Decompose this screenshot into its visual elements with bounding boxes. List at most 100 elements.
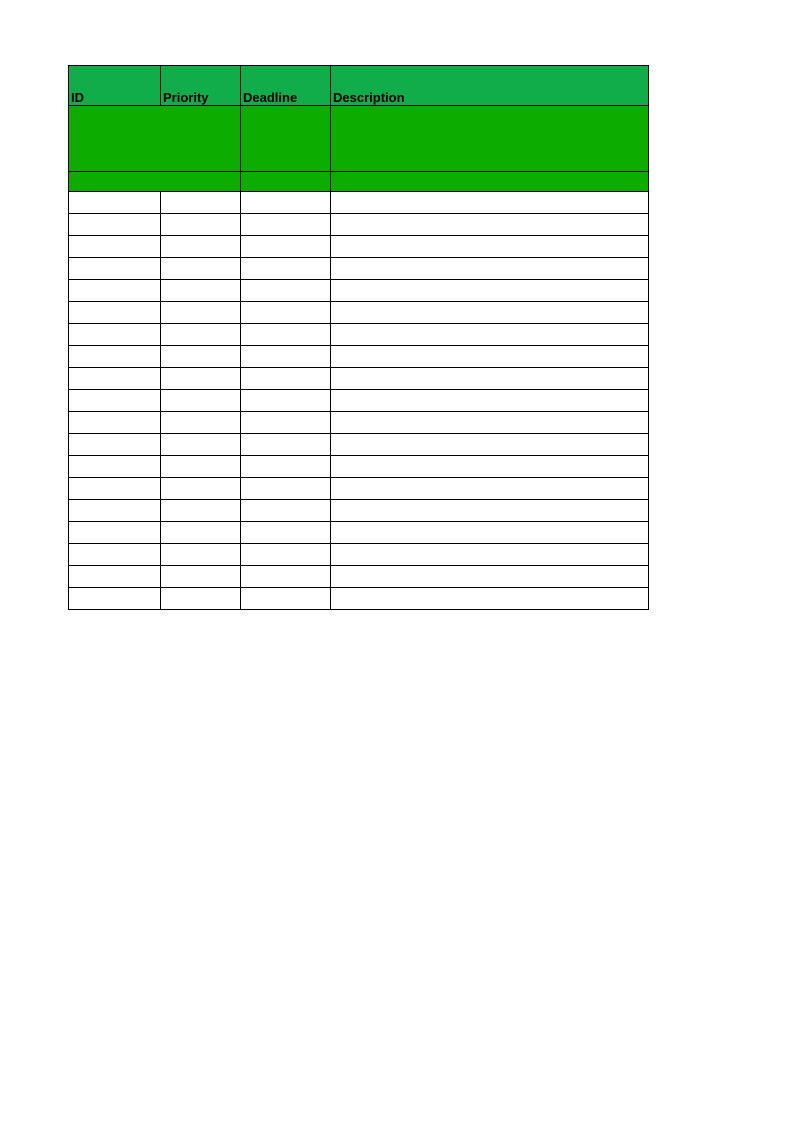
cell-description[interactable]	[331, 522, 649, 544]
cell-description[interactable]	[331, 588, 649, 610]
cell-id[interactable]	[69, 258, 161, 280]
table-row	[69, 500, 649, 522]
cell-deadline[interactable]	[241, 302, 331, 324]
cell-priority[interactable]	[161, 522, 241, 544]
cell-deadline[interactable]	[241, 566, 331, 588]
cell-id[interactable]	[69, 346, 161, 368]
col-header-id: ID	[69, 66, 161, 106]
cell-description[interactable]	[331, 412, 649, 434]
cell-deadline[interactable]	[241, 390, 331, 412]
cell-description[interactable]	[331, 280, 649, 302]
col-header-priority: Priority	[161, 66, 241, 106]
cell-id[interactable]	[69, 412, 161, 434]
table-subheader-row	[69, 172, 649, 192]
cell-priority[interactable]	[161, 236, 241, 258]
cell-priority[interactable]	[161, 214, 241, 236]
cell-deadline[interactable]	[241, 478, 331, 500]
cell-description[interactable]	[331, 544, 649, 566]
cell-description[interactable]	[331, 214, 649, 236]
cell-id[interactable]	[69, 544, 161, 566]
cell-deadline[interactable]	[241, 214, 331, 236]
cell-id[interactable]	[69, 214, 161, 236]
cell-priority[interactable]	[161, 258, 241, 280]
cell-description[interactable]	[331, 324, 649, 346]
cell-priority[interactable]	[161, 566, 241, 588]
col-header-description: Description	[331, 66, 649, 106]
table-row	[69, 192, 649, 214]
cell-id[interactable]	[69, 302, 161, 324]
cell-deadline[interactable]	[241, 192, 331, 214]
cell-description[interactable]	[331, 390, 649, 412]
cell-priority[interactable]	[161, 368, 241, 390]
cell-deadline[interactable]	[241, 236, 331, 258]
cell-deadline[interactable]	[241, 368, 331, 390]
cell-id[interactable]	[69, 236, 161, 258]
cell-priority[interactable]	[161, 280, 241, 302]
cell-description[interactable]	[331, 566, 649, 588]
table-row	[69, 456, 649, 478]
cell-description[interactable]	[331, 478, 649, 500]
cell-deadline[interactable]	[241, 500, 331, 522]
table-row	[69, 302, 649, 324]
table-subheader-row	[69, 106, 649, 172]
cell-deadline[interactable]	[241, 346, 331, 368]
cell-priority[interactable]	[161, 478, 241, 500]
cell-deadline[interactable]	[241, 412, 331, 434]
cell-description[interactable]	[331, 500, 649, 522]
cell-deadline[interactable]	[241, 434, 331, 456]
subheader-cell	[331, 106, 649, 172]
cell-description[interactable]	[331, 368, 649, 390]
table-row	[69, 412, 649, 434]
table-row	[69, 236, 649, 258]
cell-deadline[interactable]	[241, 588, 331, 610]
table-row	[69, 280, 649, 302]
cell-id[interactable]	[69, 324, 161, 346]
cell-priority[interactable]	[161, 588, 241, 610]
cell-id[interactable]	[69, 478, 161, 500]
cell-id[interactable]	[69, 456, 161, 478]
table-row	[69, 434, 649, 456]
cell-deadline[interactable]	[241, 522, 331, 544]
table-row	[69, 566, 649, 588]
cell-id[interactable]	[69, 566, 161, 588]
task-table: ID Priority Deadline Description	[68, 65, 649, 610]
cell-priority[interactable]	[161, 456, 241, 478]
cell-description[interactable]	[331, 434, 649, 456]
cell-deadline[interactable]	[241, 544, 331, 566]
cell-deadline[interactable]	[241, 280, 331, 302]
cell-id[interactable]	[69, 280, 161, 302]
table-row	[69, 214, 649, 236]
cell-id[interactable]	[69, 390, 161, 412]
cell-id[interactable]	[69, 368, 161, 390]
cell-priority[interactable]	[161, 544, 241, 566]
cell-priority[interactable]	[161, 412, 241, 434]
cell-priority[interactable]	[161, 192, 241, 214]
cell-description[interactable]	[331, 302, 649, 324]
cell-id[interactable]	[69, 500, 161, 522]
cell-priority[interactable]	[161, 302, 241, 324]
cell-description[interactable]	[331, 346, 649, 368]
cell-priority[interactable]	[161, 346, 241, 368]
table-row	[69, 522, 649, 544]
subheader-cell	[241, 172, 331, 192]
table-row	[69, 478, 649, 500]
table-row	[69, 324, 649, 346]
table-row	[69, 544, 649, 566]
cell-deadline[interactable]	[241, 456, 331, 478]
cell-deadline[interactable]	[241, 324, 331, 346]
cell-priority[interactable]	[161, 324, 241, 346]
table-row	[69, 368, 649, 390]
cell-description[interactable]	[331, 236, 649, 258]
cell-id[interactable]	[69, 522, 161, 544]
cell-deadline[interactable]	[241, 258, 331, 280]
cell-description[interactable]	[331, 192, 649, 214]
cell-priority[interactable]	[161, 434, 241, 456]
cell-id[interactable]	[69, 588, 161, 610]
subheader-cell	[241, 106, 331, 172]
cell-description[interactable]	[331, 258, 649, 280]
cell-priority[interactable]	[161, 500, 241, 522]
cell-priority[interactable]	[161, 390, 241, 412]
cell-id[interactable]	[69, 434, 161, 456]
cell-id[interactable]	[69, 192, 161, 214]
cell-description[interactable]	[331, 456, 649, 478]
